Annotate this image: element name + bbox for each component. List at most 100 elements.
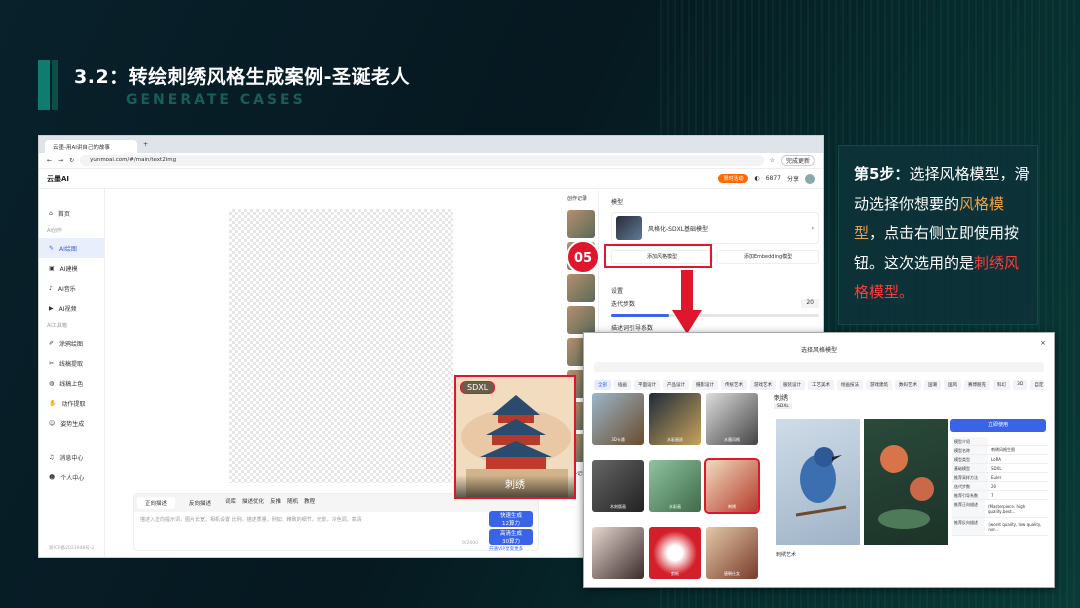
category-tab[interactable]: 游戏艺术 bbox=[750, 380, 776, 390]
close-icon[interactable]: × bbox=[1040, 339, 1046, 347]
detail-tag: SDXL bbox=[774, 404, 792, 409]
style-tile[interactable]: 水墨风格 bbox=[706, 393, 758, 445]
vip-link[interactable]: 开通VIP享受更多 bbox=[489, 546, 523, 552]
tile-label: 剪纸 bbox=[671, 571, 679, 576]
update-button[interactable]: 完成更新 bbox=[780, 155, 815, 166]
image-canvas[interactable] bbox=[229, 209, 453, 483]
prompt-input[interactable]: 描述入正向提示词，图片长宽，相机设置 比例，描述质量，例如：精致的细节，光影，冷… bbox=[134, 512, 474, 527]
category-tab[interactable]: 国潮 bbox=[924, 380, 941, 390]
tool-random[interactable]: 随机 bbox=[287, 497, 298, 509]
tile-label: 刺绣 bbox=[728, 504, 736, 509]
new-tab-icon[interactable]: + bbox=[143, 141, 148, 148]
category-tab[interactable]: 科幻 bbox=[993, 380, 1010, 390]
param-row: 推荐引导系数 7 bbox=[952, 491, 1048, 500]
style-tile[interactable] bbox=[592, 527, 644, 579]
sidebar-item-ai-music[interactable]: ♪ AI音乐 bbox=[39, 278, 104, 298]
tile-label: 木刻版画 bbox=[610, 504, 626, 509]
tool-tutorial[interactable]: 教程 bbox=[304, 497, 315, 509]
sidebar-item-home[interactable]: ⌂ 首页 bbox=[39, 203, 104, 223]
tile-label: 水彩画 bbox=[669, 504, 681, 509]
sidebar-item-ai-video[interactable]: ▶ AI视频 bbox=[39, 298, 104, 318]
param-key: 推荐反向描述 bbox=[952, 518, 986, 535]
sidebar-item-messages[interactable]: ♫ 消息中心 bbox=[39, 447, 104, 467]
hd-generate-button[interactable]: 高清生成 30算力 bbox=[489, 529, 533, 545]
category-tab[interactable]: 服装设计 bbox=[779, 380, 805, 390]
tool-optimize[interactable]: 描述优化 bbox=[242, 497, 264, 509]
address-bar[interactable]: yunmoai.com/#/main/text2img bbox=[80, 155, 764, 166]
tool-reverse[interactable]: 反推 bbox=[270, 497, 281, 509]
category-tab[interactable]: 游戏建筑 bbox=[866, 380, 892, 390]
category-tab[interactable]: 全部 bbox=[594, 380, 611, 390]
category-tab[interactable]: 国风 bbox=[944, 380, 961, 390]
sidebar-item-label: 动作提取 bbox=[61, 400, 86, 408]
style-tile[interactable]: 水彩画 bbox=[649, 460, 701, 512]
points-value: 6877 bbox=[765, 175, 781, 182]
reload-icon[interactable]: ↻ bbox=[69, 157, 74, 164]
sidebar-item-doodle[interactable]: ✐ 涂鸦绘图 bbox=[39, 333, 104, 353]
category-tab[interactable]: 平面设计 bbox=[634, 380, 660, 390]
style-tile[interactable]: 唐朝仕女 bbox=[706, 527, 758, 579]
sidebar-item-pose-gen[interactable]: ☺ 姿势生成 bbox=[39, 413, 104, 433]
sdxl-tag: SDXL bbox=[460, 381, 496, 394]
sidebar-item-ai-draw[interactable]: ✎ AI绘图 bbox=[39, 238, 104, 258]
add-embedding-button[interactable]: 添加Embedding模型 bbox=[717, 250, 819, 264]
avatar[interactable] bbox=[805, 173, 815, 184]
sidebar-item-ai-model[interactable]: ▣ AI建模 bbox=[39, 258, 104, 278]
tile-label: 水彩画质 bbox=[667, 437, 683, 442]
category-tab[interactable]: 插画 bbox=[614, 380, 631, 390]
quick-generate-button[interactable]: 快速生成 12算力 bbox=[489, 511, 533, 527]
category-tabs: 全部 插画 平面设计 产品设计 摄影设计 传统艺术 游戏艺术 服装设计 工艺美术… bbox=[594, 380, 1044, 390]
style-tile[interactable]: 3D卡通 bbox=[592, 393, 644, 445]
style-tile[interactable]: 木刻版画 bbox=[592, 460, 644, 512]
chevron-right-icon: › bbox=[811, 224, 814, 232]
back-icon[interactable]: ← bbox=[47, 157, 52, 164]
app-logo[interactable]: 云墨AI bbox=[47, 174, 69, 184]
style-model-dialog: 选择风格模型 × 全部 插画 平面设计 产品设计 摄影设计 传统艺术 游戏艺术 … bbox=[583, 332, 1055, 588]
category-tab[interactable]: 传统艺术 bbox=[721, 380, 747, 390]
sidebar-item-pose-extract[interactable]: ✋ 动作提取 bbox=[39, 393, 104, 413]
category-tab[interactable]: 产品设计 bbox=[663, 380, 689, 390]
category-tab[interactable]: 自定义模型(不可选) bbox=[1030, 380, 1044, 390]
param-row: 推荐反向描述 (worst quality, low quality, nor..… bbox=[952, 518, 1048, 536]
title-accent-bar bbox=[38, 60, 50, 110]
steps-slider[interactable] bbox=[611, 314, 819, 317]
share-button[interactable]: 分享 bbox=[787, 174, 799, 183]
category-tab[interactable]: 绘画技法 bbox=[837, 380, 863, 390]
sidebar-item-profile[interactable]: ☻ 个人中心 bbox=[39, 467, 104, 487]
theme-icon[interactable]: ◐ bbox=[754, 175, 759, 182]
tab-negative[interactable]: 反向描述 bbox=[181, 497, 219, 509]
param-value: SDXL bbox=[991, 465, 1002, 471]
browser-tab[interactable]: 云墨-用AI讲自己的故事 bbox=[45, 140, 137, 153]
dialog-search[interactable] bbox=[594, 362, 1044, 372]
style-tile-selected[interactable]: 刺绣 bbox=[704, 458, 760, 514]
param-value: (worst quality, low quality, nor... bbox=[988, 521, 1042, 532]
tab-positive[interactable]: 正向描述 bbox=[137, 497, 176, 509]
history-thumb[interactable] bbox=[567, 306, 595, 334]
category-tab[interactable]: 摄影设计 bbox=[692, 380, 718, 390]
style-tile[interactable]: 水彩画质 bbox=[649, 393, 701, 445]
history-thumb[interactable] bbox=[567, 274, 595, 302]
category-tab[interactable]: 赛博朋克 bbox=[964, 380, 990, 390]
param-key: 模型类型 bbox=[952, 455, 988, 463]
star-icon[interactable]: ☆ bbox=[770, 157, 775, 164]
style-tile[interactable]: 剪纸 bbox=[649, 527, 701, 579]
model-section-label: 模型 bbox=[611, 199, 624, 206]
param-table: 模型介绍 模型名称 刺绣风格生图 模型类型 LoRA 基础模型 SDXL 推荐采样方法… bbox=[952, 437, 1048, 536]
model-card[interactable]: 风格化-SDXL基础模型 › bbox=[611, 212, 819, 244]
category-tab[interactable]: 工艺美术 bbox=[808, 380, 834, 390]
tool-lexicon[interactable]: 词库 bbox=[225, 497, 236, 509]
use-now-button[interactable]: 立即使用 bbox=[950, 419, 1046, 432]
category-tab[interactable]: 数码艺术 bbox=[895, 380, 921, 390]
param-row: 迭代步数 20 bbox=[952, 482, 1048, 491]
sidebar-item-label: 姿势生成 bbox=[60, 420, 85, 428]
promo-pill[interactable]: 限时活动 bbox=[718, 174, 749, 183]
history-thumb[interactable] bbox=[567, 210, 595, 238]
param-value: 刺绣风格生图 bbox=[991, 447, 1015, 452]
category-tab[interactable]: 3D bbox=[1013, 380, 1028, 390]
brush-icon: ✎ bbox=[49, 244, 55, 252]
steps-value[interactable]: 20 bbox=[801, 299, 819, 308]
forward-icon[interactable]: → bbox=[58, 157, 63, 164]
sidebar-item-label: 线稿上色 bbox=[59, 380, 84, 388]
sidebar-item-colorize[interactable]: ◍ 线稿上色 bbox=[39, 373, 104, 393]
sidebar-item-lineart[interactable]: ✂ 线稿提取 bbox=[39, 353, 104, 373]
